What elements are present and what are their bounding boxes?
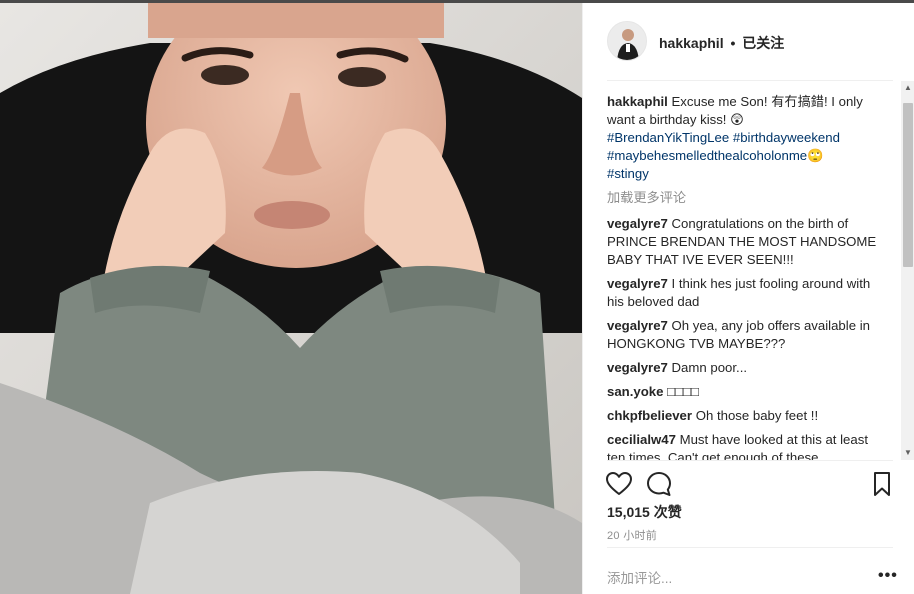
like-button[interactable] — [605, 470, 633, 498]
comment-item: cecilialw47 Must have looked at this at … — [607, 431, 889, 460]
load-more-comments-link[interactable]: 加载更多评论 — [607, 189, 889, 207]
comment-button[interactable] — [645, 470, 673, 498]
comment-username[interactable]: vegalyre7 — [607, 318, 668, 333]
avatar[interactable] — [607, 21, 647, 61]
comment-text: Oh those baby feet !! — [695, 408, 819, 423]
comment-bubble-icon — [647, 472, 671, 496]
comment-username[interactable]: vegalyre7 — [607, 276, 668, 291]
comment-item: vegalyre7 Oh yea, any job offers availab… — [607, 317, 889, 353]
comment-username[interactable]: cecilialw47 — [607, 432, 676, 447]
comment-username[interactable]: chkpfbeliever — [607, 408, 692, 423]
comment-item: vegalyre7 Congratulations on the birth o… — [607, 215, 889, 269]
hashtag-link[interactable]: #BrendanYikTingLee — [607, 130, 729, 145]
header-divider — [607, 80, 893, 81]
post-details-panel: hakkaphil • 已关注 hakkaphil Excuse me Son!… — [582, 3, 914, 594]
post-caption: hakkaphil Excuse me Son! 有冇搞錯! I only wa… — [607, 93, 889, 183]
comment-item: chkpfbeliever Oh those baby feet !! — [607, 407, 889, 425]
comments-list: hakkaphil Excuse me Son! 有冇搞錯! I only wa… — [607, 93, 889, 460]
avatar-image — [608, 22, 646, 60]
post-actions-bar — [583, 463, 914, 503]
hashtag-link[interactable]: #stingy — [607, 166, 649, 181]
username-link[interactable]: hakkaphil — [659, 35, 724, 51]
comment-item: vegalyre7 Damn poor... — [607, 359, 889, 377]
comment-item: vegalyre7 I think hes just fooling aroun… — [607, 275, 889, 311]
more-options-button[interactable]: ••• — [878, 567, 898, 585]
heart-icon — [606, 472, 632, 495]
comment-username[interactable]: san.yoke — [607, 384, 663, 399]
actions-divider — [607, 460, 893, 461]
post-header: hakkaphil • 已关注 — [583, 3, 914, 81]
save-button[interactable] — [868, 470, 896, 498]
comment-text: □□□□ — [667, 384, 699, 399]
comment-username[interactable]: vegalyre7 — [607, 360, 668, 375]
comment-text: Damn poor... — [671, 360, 748, 375]
post-photo[interactable] — [0, 3, 582, 594]
comment-username[interactable]: vegalyre7 — [607, 216, 668, 231]
caption-username[interactable]: hakkaphil — [607, 94, 668, 109]
scrollbar-thumb[interactable] — [903, 103, 913, 267]
triangle-down-icon[interactable]: ▼ — [901, 446, 914, 460]
bookmark-icon — [874, 472, 890, 496]
likes-count[interactable]: 15,015 次赞 — [607, 502, 682, 522]
photo-illustration — [0, 3, 582, 594]
hashtag-link[interactable]: #maybehesmelledthealcoholonme🙄 — [607, 148, 824, 163]
add-comment-input[interactable]: 添加评论... — [607, 567, 672, 587]
follow-status-button[interactable]: 已关注 — [742, 35, 784, 51]
comment-box-divider — [607, 547, 893, 548]
separator-dot: • — [730, 35, 736, 51]
hashtag-link[interactable]: #birthdayweekend — [733, 130, 840, 145]
comment-item: san.yoke □□□□ — [607, 383, 889, 401]
post-timestamp[interactable]: 20 小时前 — [607, 527, 657, 543]
post-header-text: hakkaphil • 已关注 — [659, 33, 784, 53]
triangle-up-icon[interactable]: ▲ — [901, 81, 914, 95]
comments-scrollbar[interactable]: ▲ ▼ — [901, 81, 914, 460]
